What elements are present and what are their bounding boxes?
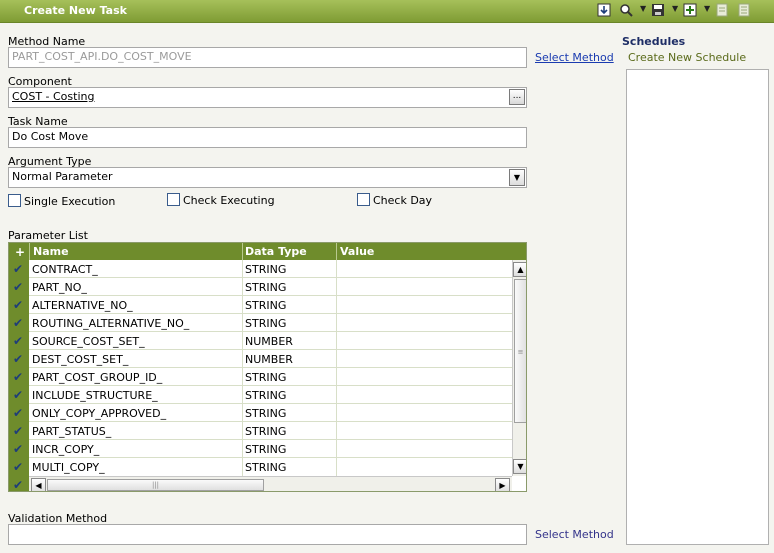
param-name: DEST_COST_SET_ (32, 353, 129, 366)
validation-select-method-link[interactable]: Select Method (535, 528, 614, 541)
column-divider (242, 260, 243, 476)
param-name: INCR_COPY_ (32, 443, 100, 456)
param-name: PART_COST_GROUP_ID_ (32, 371, 163, 384)
window-title: Create New Task (24, 4, 127, 17)
check-executing-checkbox[interactable] (167, 193, 180, 206)
param-type: STRING (245, 371, 287, 384)
check-day-label: Check Day (373, 194, 433, 207)
scroll-right-icon[interactable]: ▶ (495, 478, 510, 491)
check-icon: ✔ (13, 316, 24, 330)
check-icon: ✔ (13, 298, 24, 312)
chevron-down-icon[interactable]: ▼ (509, 169, 525, 186)
task-name-field[interactable]: Do Cost Move (8, 127, 527, 148)
param-name: CONTRACT_ (32, 263, 98, 276)
check-icon: ✔ (13, 352, 24, 366)
table-row[interactable]: PART_NO_ STRING (29, 278, 512, 296)
single-execution-checkbox[interactable] (8, 194, 21, 207)
scroll-thumb[interactable]: ≡ (514, 279, 526, 423)
method-name-field: PART_COST_API.DO_COST_MOVE (8, 47, 527, 68)
param-name: PART_NO_ (32, 281, 87, 294)
check-icon: ✔ (13, 388, 24, 402)
param-type: STRING (245, 461, 287, 474)
argument-type-select[interactable]: Normal Parameter (8, 167, 527, 188)
table-row[interactable]: ROUTING_ALTERNATIVE_NO_ STRING (29, 314, 512, 332)
check-executing-label: Check Executing (183, 194, 275, 207)
table-row[interactable]: CONTRACT_ STRING (29, 260, 512, 278)
component-browse-button[interactable]: ... (509, 89, 525, 105)
table-row[interactable]: MULTI_COPY_ STRING (29, 458, 512, 476)
zoom-icon[interactable] (618, 3, 634, 19)
vertical-scrollbar[interactable]: ▲ ≡ ▼ (512, 260, 526, 476)
param-name: SOURCE_COST_SET_ (32, 335, 145, 348)
column-header-value[interactable]: Value (340, 245, 374, 258)
zoom-dropdown-icon[interactable]: ▼ (640, 4, 646, 13)
param-name: ROUTING_ALTERNATIVE_NO_ (32, 317, 190, 330)
check-icon: ✔ (13, 334, 24, 348)
save-dropdown-icon[interactable]: ▼ (672, 4, 678, 13)
check-icon: ✔ (13, 424, 24, 438)
table-row[interactable]: PART_COST_GROUP_ID_ STRING (29, 368, 512, 386)
table-row[interactable]: PART_STATUS_ STRING (29, 422, 512, 440)
check-day-checkbox[interactable] (357, 193, 370, 206)
schedules-list (626, 69, 769, 545)
param-name: ONLY_COPY_APPROVED_ (32, 407, 167, 420)
table-row[interactable]: ALTERNATIVE_NO_ STRING (29, 296, 512, 314)
column-header-data-type[interactable]: Data Type (245, 245, 307, 258)
validation-method-field[interactable] (8, 524, 527, 545)
check-icon: ✔ (13, 370, 24, 384)
schedules-title: Schedules (622, 35, 686, 48)
param-type: STRING (245, 443, 287, 456)
add-dropdown-icon[interactable]: ▼ (704, 4, 710, 13)
param-type: STRING (245, 263, 287, 276)
param-type: STRING (245, 317, 287, 330)
check-icon: ✔ (13, 442, 24, 456)
table-row[interactable]: DEST_COST_SET_ NUMBER (29, 350, 512, 368)
param-type: NUMBER (245, 353, 293, 366)
check-icon: ✔ (13, 478, 24, 492)
param-type: STRING (245, 425, 287, 438)
param-type: STRING (245, 389, 287, 402)
param-type: STRING (245, 299, 287, 312)
add-icon[interactable] (682, 3, 698, 19)
parameter-list-label: Parameter List (8, 229, 88, 242)
check-icon: ✔ (13, 262, 24, 276)
table-row[interactable]: SOURCE_COST_SET_ NUMBER (29, 332, 512, 350)
download-icon[interactable] (596, 3, 612, 19)
column-divider (336, 260, 337, 476)
component-field[interactable]: COST - Costing (8, 87, 527, 108)
document-icon[interactable] (714, 3, 730, 19)
param-name: MULTI_COPY_ (32, 461, 105, 474)
param-type: NUMBER (245, 335, 293, 348)
parameter-grid: + Name Data Type Value ✔ ✔ ✔ ✔ ✔ ✔ ✔ ✔ ✔… (8, 242, 527, 492)
param-name: ALTERNATIVE_NO_ (32, 299, 133, 312)
table-row[interactable]: INCLUDE_STRUCTURE_ STRING (29, 386, 512, 404)
scroll-down-icon[interactable]: ▼ (513, 459, 526, 474)
check-icon: ✔ (13, 460, 24, 474)
component-value[interactable]: COST - Costing (12, 90, 94, 103)
param-name: PART_STATUS_ (32, 425, 112, 438)
list-icon[interactable] (736, 3, 752, 19)
param-type: STRING (245, 281, 287, 294)
single-execution-label: Single Execution (24, 195, 116, 208)
param-type: STRING (245, 407, 287, 420)
save-icon[interactable] (650, 3, 666, 19)
param-name: INCLUDE_STRUCTURE_ (32, 389, 158, 402)
table-row[interactable]: INCR_COPY_ STRING (29, 440, 512, 458)
scroll-up-icon[interactable]: ▲ (513, 262, 526, 277)
scroll-left-icon[interactable]: ◀ (31, 478, 46, 491)
column-header-name[interactable]: Name (33, 245, 69, 258)
hscroll-thumb[interactable]: ||| (47, 479, 264, 491)
check-icon: ✔ (13, 406, 24, 420)
check-icon: ✔ (13, 280, 24, 294)
create-new-schedule-link[interactable]: Create New Schedule (628, 51, 746, 64)
horizontal-scrollbar[interactable]: ◀ ||| ▶ (29, 476, 512, 491)
row-selector-column: ✔ ✔ ✔ ✔ ✔ ✔ ✔ ✔ ✔ ✔ ✔ ✔ ✔ (9, 260, 29, 492)
add-row-button[interactable]: + (15, 245, 25, 259)
select-method-link[interactable]: Select Method (535, 51, 614, 64)
grid-header: + Name Data Type Value (9, 243, 526, 260)
title-bar: Create New Task ▼ ▼ ▼ (0, 0, 774, 23)
table-row[interactable]: ONLY_COPY_APPROVED_ STRING (29, 404, 512, 422)
